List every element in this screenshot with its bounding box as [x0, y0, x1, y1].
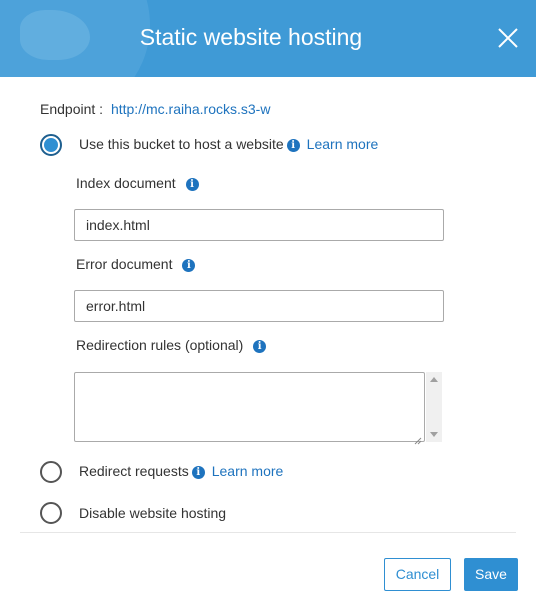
learn-more-link[interactable]: Learn more: [212, 463, 284, 479]
info-icon[interactable]: i: [185, 178, 199, 191]
resize-grip-icon[interactable]: [414, 432, 422, 445]
info-icon[interactable]: i: [191, 466, 205, 479]
redirection-rules-label: Redirection rules (optional): [76, 337, 244, 353]
endpoint-label: Endpoint :: [40, 101, 104, 117]
index-document-label: Index document: [76, 175, 176, 191]
host-website-option: Use this bucket to host a website i Learn …: [79, 136, 378, 152]
learn-more-link[interactable]: Learn more: [307, 136, 379, 152]
endpoint-row: Endpoint : http://mc.raiha.rocks.s3-w: [40, 101, 270, 117]
redirection-rules-label-row: Redirection rules (optional) i: [76, 337, 267, 353]
footer-divider: [20, 532, 516, 533]
redirect-requests-option: Redirect requests i Learn more: [79, 463, 283, 479]
error-document-label-row: Error document i: [76, 256, 196, 272]
disable-hosting-radio[interactable]: [40, 502, 62, 524]
dialog-header: Static website hosting: [0, 0, 536, 77]
scroll-up-icon[interactable]: [430, 377, 438, 382]
disable-hosting-label: Disable website hosting: [79, 505, 227, 521]
cancel-button[interactable]: Cancel: [384, 558, 451, 591]
error-document-label: Error document: [76, 256, 173, 272]
info-icon[interactable]: i: [182, 259, 196, 272]
index-document-label-row: Index document i: [76, 175, 199, 191]
error-document-input[interactable]: [74, 290, 444, 322]
redirect-requests-label: Redirect requests: [79, 463, 189, 479]
textarea-scrollbar[interactable]: [426, 372, 442, 442]
redirection-rules-textarea[interactable]: [74, 372, 425, 442]
host-website-label: Use this bucket to host a website: [79, 136, 284, 152]
close-icon[interactable]: [496, 26, 520, 50]
redirect-requests-radio[interactable]: [40, 461, 62, 483]
info-icon[interactable]: i: [253, 340, 267, 353]
save-button[interactable]: Save: [464, 558, 518, 591]
info-icon[interactable]: i: [286, 139, 300, 152]
endpoint-link[interactable]: http://mc.raiha.rocks.s3-w: [111, 101, 271, 117]
index-document-input[interactable]: [74, 209, 444, 241]
scroll-down-icon[interactable]: [430, 432, 438, 437]
host-website-radio[interactable]: [40, 134, 62, 156]
dialog-title: Static website hosting: [139, 24, 363, 50]
